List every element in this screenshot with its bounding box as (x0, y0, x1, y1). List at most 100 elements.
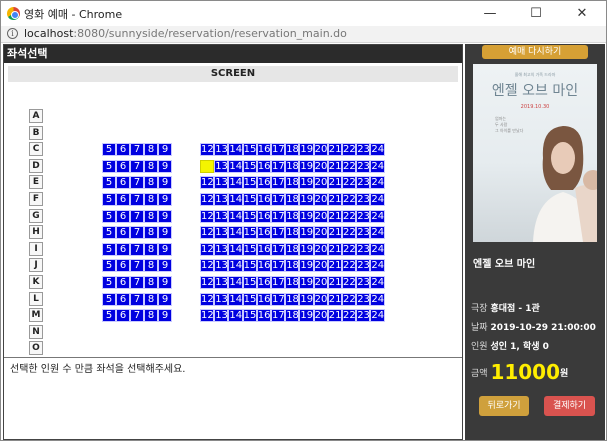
seat[interactable]: 18 (285, 143, 300, 157)
pay-button[interactable]: 결제하기 (544, 396, 595, 416)
seat[interactable]: 16 (256, 159, 271, 173)
seat[interactable]: 13 (214, 159, 229, 173)
seat[interactable]: 24 (370, 309, 385, 323)
seat[interactable]: 24 (370, 226, 385, 240)
seat[interactable]: 24 (370, 259, 385, 273)
seat[interactable]: 20 (313, 292, 328, 306)
seat[interactable]: 5 (102, 292, 116, 306)
seat[interactable]: 9 (158, 226, 172, 240)
seat[interactable]: 6 (116, 159, 130, 173)
seat[interactable]: 21 (327, 143, 342, 157)
seat[interactable]: 13 (214, 226, 229, 240)
seat[interactable]: 20 (313, 176, 328, 190)
seat[interactable]: 20 (313, 193, 328, 206)
seat[interactable]: 9 (158, 309, 172, 323)
seat[interactable]: 15 (242, 143, 257, 157)
seat[interactable]: 7 (130, 292, 144, 306)
seat[interactable]: 21 (327, 193, 342, 206)
seat[interactable]: 15 (242, 226, 257, 240)
address-bar[interactable]: i localhost:8080/sunnyside/reservation/r… (1, 26, 606, 43)
seat[interactable]: 18 (285, 159, 300, 173)
seat[interactable]: 6 (116, 292, 130, 306)
seat[interactable]: 12 (200, 226, 215, 240)
seat[interactable]: 13 (214, 209, 229, 223)
seat[interactable]: 19 (299, 143, 314, 157)
seat[interactable]: 13 (214, 242, 229, 256)
seat[interactable]: 18 (285, 176, 300, 190)
seat[interactable]: 7 (130, 209, 144, 223)
seat[interactable]: 7 (130, 226, 144, 240)
seat[interactable]: 24 (370, 292, 385, 306)
seat[interactable]: 13 (214, 309, 229, 323)
seat[interactable]: 24 (370, 176, 385, 190)
seat[interactable]: 9 (158, 276, 172, 289)
seat[interactable]: 19 (299, 242, 314, 256)
seat[interactable]: 22 (342, 143, 357, 157)
seat[interactable]: 9 (158, 159, 172, 173)
seat[interactable]: 9 (158, 292, 172, 306)
back-button[interactable]: 뒤로가기 (479, 396, 529, 416)
seat[interactable]: 17 (271, 226, 286, 240)
seat[interactable]: 16 (256, 276, 271, 289)
seat[interactable]: 23 (356, 292, 371, 306)
seat[interactable]: 7 (130, 193, 144, 206)
seat[interactable]: 20 (313, 226, 328, 240)
seat[interactable]: 5 (102, 143, 116, 157)
seat[interactable]: 16 (256, 193, 271, 206)
seat[interactable]: 19 (299, 309, 314, 323)
seat[interactable]: 17 (271, 159, 286, 173)
seat[interactable]: 17 (271, 292, 286, 306)
seat[interactable]: 21 (327, 276, 342, 289)
seat[interactable]: 5 (102, 193, 116, 206)
seat[interactable]: 13 (214, 259, 229, 273)
seat[interactable]: 14 (228, 193, 243, 206)
seat[interactable]: 12 (200, 193, 215, 206)
seat[interactable]: 8 (144, 259, 158, 273)
seat[interactable]: 8 (144, 242, 158, 256)
seat[interactable]: 22 (342, 276, 357, 289)
seat[interactable]: 15 (242, 292, 257, 306)
seat[interactable]: 23 (356, 242, 371, 256)
seat[interactable]: 12 (200, 292, 215, 306)
seat[interactable]: 14 (228, 226, 243, 240)
rebook-button[interactable]: 예매 다시하기 (482, 45, 588, 59)
seat[interactable]: 22 (342, 209, 357, 223)
seat[interactable]: 5 (102, 176, 116, 190)
seat[interactable]: 21 (327, 242, 342, 256)
seat[interactable]: 24 (370, 143, 385, 157)
url-text[interactable]: localhost:8080/sunnyside/reservation/res… (24, 27, 347, 40)
seat[interactable]: 16 (256, 292, 271, 306)
seat[interactable]: 6 (116, 209, 130, 223)
seat[interactable]: 24 (370, 242, 385, 256)
seat[interactable]: 19 (299, 209, 314, 223)
seat[interactable]: 20 (313, 309, 328, 323)
seat[interactable]: 15 (242, 242, 257, 256)
seat[interactable]: 21 (327, 259, 342, 273)
seat[interactable]: 8 (144, 176, 158, 190)
seat[interactable]: 8 (144, 309, 158, 323)
seat[interactable]: 5 (102, 242, 116, 256)
seat[interactable]: 5 (102, 309, 116, 323)
seat[interactable]: 19 (299, 226, 314, 240)
seat[interactable]: 19 (299, 159, 314, 173)
seat[interactable]: 20 (313, 143, 328, 157)
seat[interactable]: 22 (342, 226, 357, 240)
seat[interactable]: 18 (285, 209, 300, 223)
seat[interactable]: 14 (228, 242, 243, 256)
seat[interactable]: 21 (327, 309, 342, 323)
seat[interactable]: 15 (242, 309, 257, 323)
seat[interactable]: 22 (342, 259, 357, 273)
seat[interactable]: 13 (214, 292, 229, 306)
seat[interactable]: 6 (116, 143, 130, 157)
seat[interactable]: 17 (271, 259, 286, 273)
seat[interactable]: 24 (370, 193, 385, 206)
seat[interactable]: 22 (342, 292, 357, 306)
seat[interactable]: 17 (271, 309, 286, 323)
seat[interactable]: 12 (200, 242, 215, 256)
seat[interactable]: 18 (285, 193, 300, 206)
seat[interactable]: 17 (271, 242, 286, 256)
info-icon[interactable]: i (7, 28, 18, 39)
seat[interactable]: 15 (242, 176, 257, 190)
seat[interactable]: 8 (144, 209, 158, 223)
seat[interactable]: 12 (200, 259, 215, 273)
